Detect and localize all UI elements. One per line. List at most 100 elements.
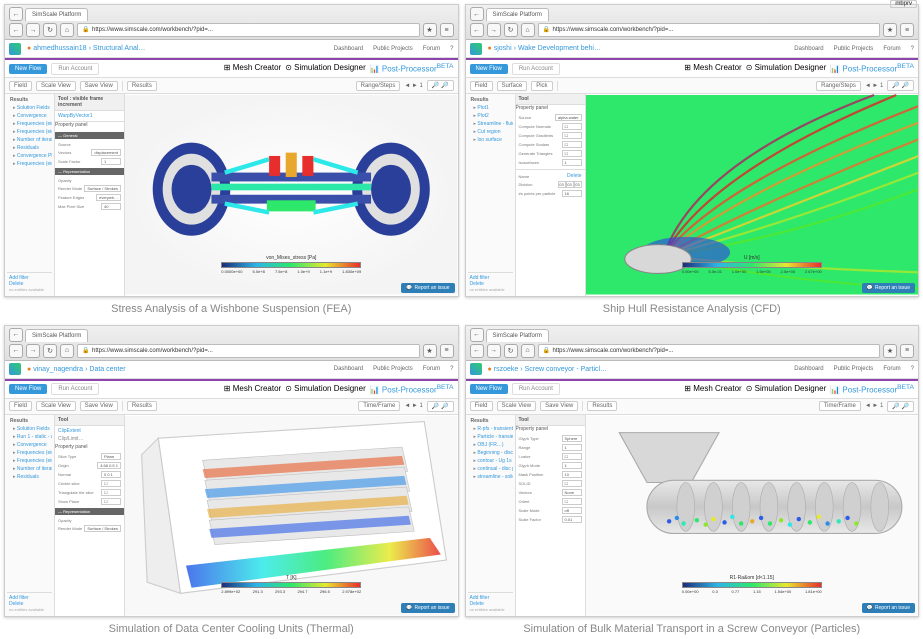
run-account-button[interactable]: Run Account	[51, 63, 99, 75]
new-flow-button[interactable]: New Flow	[470, 384, 508, 394]
new-flow-button[interactable]: New Flow	[470, 64, 508, 74]
tb-scale[interactable]: Scale View	[36, 401, 76, 411]
tb-time[interactable]: Time/Frame	[358, 401, 400, 411]
tab-post[interactable]: 📊 Post-ProcessorBETA	[830, 63, 914, 74]
browser-tab[interactable]: SimScale Platform	[25, 329, 88, 342]
tb-results[interactable]: Results	[127, 81, 157, 91]
address-bar[interactable]: 🔒https://www.simscale.com/workbench/?pid…	[538, 344, 881, 358]
tab-post[interactable]: 📊 Post-ProcessorBETA	[830, 384, 914, 395]
tb-results[interactable]: Results	[587, 401, 617, 411]
back-button-2[interactable]: ←	[470, 23, 484, 37]
fwd-button[interactable]: →	[26, 344, 40, 358]
tab-post[interactable]: 📊 Post-ProcessorBETA	[370, 384, 454, 395]
menu-button[interactable]: ≡	[900, 344, 914, 358]
tb-range[interactable]: Range/Steps	[816, 81, 861, 91]
nav-public[interactable]: Public Projects	[373, 46, 413, 52]
tb-surface[interactable]: Surface	[497, 81, 528, 91]
breadcrumb[interactable]: ● sjoshi › Wake Development behi…	[488, 45, 789, 52]
star-button[interactable]: ★	[423, 344, 437, 358]
fwd-button[interactable]: →	[487, 344, 501, 358]
tb-time[interactable]: Time/Frame	[819, 401, 861, 411]
breadcrumb[interactable]: ● ahmedhussain18 › Structural Anal…	[27, 45, 328, 52]
report-issue-button[interactable]: 💬 Report an issue	[401, 603, 454, 613]
tab-post[interactable]: 📊 Post-ProcessorBETA	[370, 63, 454, 74]
nav-forum[interactable]: Forum	[883, 46, 900, 52]
back-button[interactable]: ←	[470, 7, 484, 21]
menu-button[interactable]: ≡	[440, 344, 454, 358]
tab-sim[interactable]: ⊙ Simulation Designer	[746, 384, 827, 395]
back-button[interactable]: ←	[9, 7, 23, 21]
nav-public[interactable]: Public Projects	[373, 366, 413, 372]
reload-button[interactable]: ↻	[504, 344, 518, 358]
back-button-2[interactable]: ←	[9, 23, 23, 37]
viewport[interactable]: T [K] 2.899e+02291.3293.3294.7296.52.978…	[125, 415, 458, 617]
address-bar[interactable]: 🔒https://www.simscale.com/workbench/?pid…	[538, 23, 881, 37]
fwd-button[interactable]: →	[487, 23, 501, 37]
home-button[interactable]: ⌂	[521, 23, 535, 37]
new-flow-button[interactable]: New Flow	[9, 64, 47, 74]
nav-forum[interactable]: Forum	[423, 366, 440, 372]
app-logo[interactable]	[470, 363, 482, 375]
nav-help[interactable]: ?	[450, 46, 453, 52]
breadcrumb[interactable]: ● rszoeke › Screw conveyor - Particl…	[488, 366, 789, 373]
fwd-button[interactable]: →	[26, 23, 40, 37]
tb-field[interactable]: Field	[9, 81, 32, 91]
home-button[interactable]: ⌂	[60, 23, 74, 37]
browser-tab[interactable]: SimScale Platform	[486, 329, 549, 342]
reload-button[interactable]: ↻	[43, 344, 57, 358]
nav-dashboard[interactable]: Dashboard	[334, 46, 363, 52]
nav-dashboard[interactable]: Dashboard	[794, 366, 823, 372]
viewport[interactable]: R1·Ra&om [d<1.15] 0.00e+000.30.771.151.5…	[586, 415, 919, 617]
add-filter-link[interactable]: Add filter	[9, 275, 29, 281]
star-button[interactable]: ★	[423, 23, 437, 37]
report-issue-button[interactable]: 💬 Report an issue	[862, 603, 915, 613]
delete-link[interactable]: Delete	[9, 281, 23, 287]
menu-button[interactable]: ≡	[440, 23, 454, 37]
app-logo[interactable]	[9, 363, 21, 375]
tab-sim[interactable]: ⊙ Simulation Designer	[285, 384, 366, 395]
address-bar[interactable]: 🔒https://www.simscale.com/workbench/?pid…	[77, 344, 420, 358]
nav-public[interactable]: Public Projects	[834, 46, 874, 52]
tb-range[interactable]: Range/Steps	[356, 81, 401, 91]
tb-pick[interactable]: Pick	[531, 81, 552, 91]
nav-public[interactable]: Public Projects	[834, 366, 874, 372]
tb-scale[interactable]: Scale View	[36, 81, 76, 91]
nav-forum[interactable]: Forum	[883, 366, 900, 372]
star-button[interactable]: ★	[883, 344, 897, 358]
report-issue-button[interactable]: 💬 Report an issue	[862, 283, 915, 293]
tb-save[interactable]: Save View	[80, 81, 118, 91]
nav-forum[interactable]: Forum	[423, 46, 440, 52]
reload-button[interactable]: ↻	[43, 23, 57, 37]
viewport[interactable]: U [m/s] 0.00e+005.0e-011.0e+001.5e+002.0…	[586, 94, 919, 296]
tb-field[interactable]: Field	[470, 81, 493, 91]
run-account-button[interactable]: Run Account	[51, 383, 99, 395]
browser-tab[interactable]: SimScale Platform	[486, 8, 549, 21]
app-logo[interactable]	[470, 43, 482, 55]
back-button[interactable]: ←	[470, 328, 484, 342]
tab-mesh[interactable]: ⊞ Mesh Creator	[224, 63, 281, 74]
home-button[interactable]: ⌂	[60, 344, 74, 358]
tab-mesh[interactable]: ⊞ Mesh Creator	[684, 384, 741, 395]
back-button-2[interactable]: ←	[470, 344, 484, 358]
new-flow-button[interactable]: New Flow	[9, 384, 47, 394]
nav-help[interactable]: ?	[911, 46, 914, 52]
breadcrumb[interactable]: ● vinay_nagendra › Data center	[27, 366, 328, 373]
tab-sim[interactable]: ⊙ Simulation Designer	[285, 63, 366, 74]
tab-sim[interactable]: ⊙ Simulation Designer	[746, 63, 827, 74]
add-filter-link[interactable]: Add filter	[470, 275, 490, 281]
app-logo[interactable]	[9, 43, 21, 55]
tb-field[interactable]: Field	[9, 401, 32, 411]
tab-mesh[interactable]: ⊞ Mesh Creator	[684, 63, 741, 74]
run-account-button[interactable]: Run Account	[512, 63, 560, 75]
tb-save[interactable]: Save View	[80, 401, 118, 411]
nav-help[interactable]: ?	[450, 366, 453, 372]
tb-scale[interactable]: Scale View	[497, 401, 537, 411]
viewport[interactable]: von_Mises_stress [Pa] 0.0000e+005.0e+87.…	[125, 94, 458, 296]
menu-button[interactable]: ≡	[900, 23, 914, 37]
run-account-button[interactable]: Run Account	[512, 383, 560, 395]
nav-help[interactable]: ?	[911, 366, 914, 372]
address-bar[interactable]: 🔒https://www.simscale.com/workbench/?pid…	[77, 23, 420, 37]
home-button[interactable]: ⌂	[521, 344, 535, 358]
tb-save[interactable]: Save View	[540, 401, 578, 411]
report-issue-button[interactable]: 💬 Report an issue	[401, 283, 454, 293]
